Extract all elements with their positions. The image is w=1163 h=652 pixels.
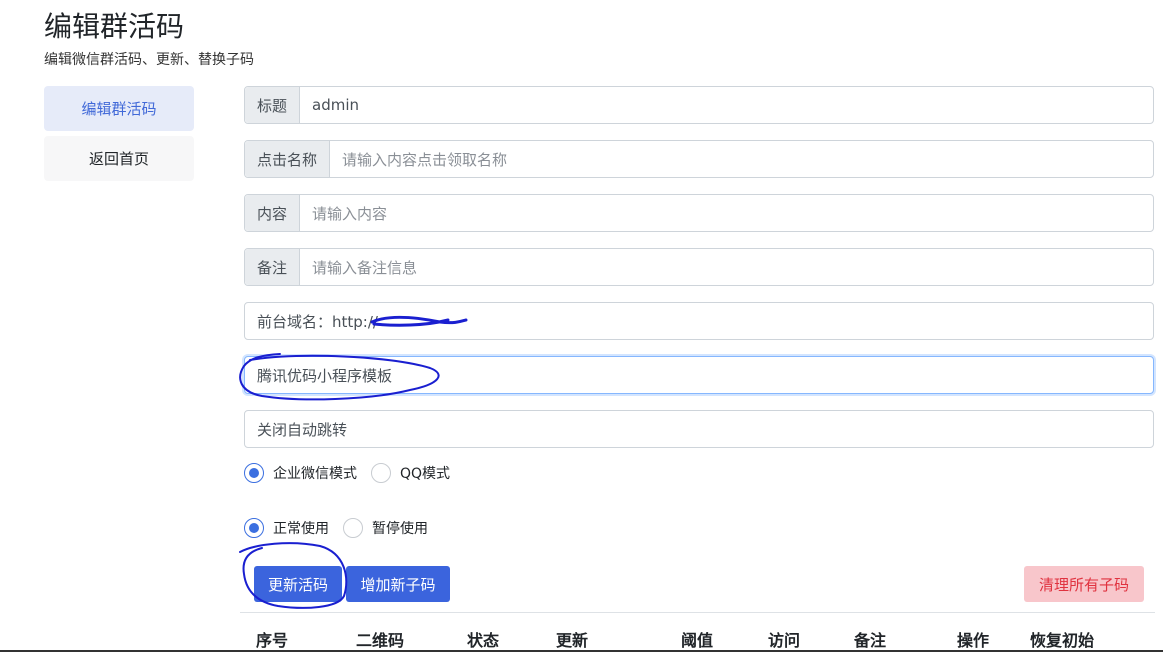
title-field-label: 标题 [245,87,301,123]
note-field[interactable]: 备注 请输入备注信息 [244,248,1154,286]
radio-normal-use[interactable]: 正常使用 [244,518,329,538]
domain-field[interactable]: 前台域名：http:// [244,302,1154,340]
title-input[interactable]: admin [300,87,1153,123]
column-header-update: 更新 [556,631,589,650]
column-header-note: 备注 [854,631,887,650]
table-header: 序号 二维码 状态 更新 阈值 访问 备注 操作 恢复初始 [0,627,1163,652]
content-field[interactable]: 内容 请输入内容 [244,194,1154,232]
radio-enterprise-wechat-label: 企业微信模式 [273,466,357,482]
redirect-select-value[interactable]: 关闭自动跳转 [245,411,1153,447]
column-header-index: 序号 [256,631,289,650]
radio-pause-use-label: 暂停使用 [372,521,428,537]
sidebar-item-back-home[interactable]: 返回首页 [44,136,194,181]
table-divider [240,612,1155,613]
radio-enterprise-wechat-control[interactable] [244,463,264,483]
column-header-status: 状态 [467,631,500,650]
update-code-button[interactable]: 更新活码 [254,566,342,602]
domain-text: 前台域名：http:// [257,312,378,331]
column-header-actions: 操作 [957,631,990,650]
column-header-qrcode: 二维码 [356,631,405,650]
radio-enterprise-wechat[interactable]: 企业微信模式 [244,463,357,483]
title-field[interactable]: 标题 admin [244,86,1154,124]
radio-normal-use-label: 正常使用 [273,521,329,537]
radio-normal-use-control[interactable] [244,518,264,538]
template-select[interactable]: 腾讯优码小程序模板 [244,356,1154,394]
column-header-visits: 访问 [768,631,801,650]
template-select-value[interactable]: 腾讯优码小程序模板 [245,357,1153,393]
radio-pause-use-control[interactable] [343,518,363,538]
domain-input[interactable]: 前台域名：http:// [245,303,1153,339]
column-header-reset: 恢复初始 [1030,631,1095,650]
page: 编辑群活码 编辑微信群活码、更新、替换子码 编辑群活码 返回首页 标题 admi… [0,0,1163,652]
column-header-threshold: 阈值 [681,631,714,650]
page-subtitle: 编辑微信群活码、更新、替换子码 [44,52,254,68]
note-input[interactable]: 请输入备注信息 [300,249,1153,285]
page-title: 编辑群活码 [44,10,185,43]
radio-qq-mode[interactable]: QQ模式 [371,463,450,483]
status-radio-group: 正常使用 暂停使用 [244,518,442,538]
click-name-input[interactable]: 请输入内容点击领取名称 [330,141,1153,177]
redirect-select[interactable]: 关闭自动跳转 [244,410,1154,448]
click-name-field-label: 点击名称 [245,141,331,177]
add-sub-code-button[interactable]: 增加新子码 [346,566,450,602]
mode-radio-group: 企业微信模式 QQ模式 [244,463,464,483]
sidebar: 编辑群活码 返回首页 [44,86,194,186]
radio-pause-use[interactable]: 暂停使用 [343,518,428,538]
clear-all-sub-codes-button[interactable]: 清理所有子码 [1024,566,1144,602]
sidebar-item-edit-group-code[interactable]: 编辑群活码 [44,86,194,131]
content-input[interactable]: 请输入内容 [300,195,1153,231]
radio-qq-mode-control[interactable] [371,463,391,483]
note-field-label: 备注 [245,249,301,285]
radio-qq-mode-label: QQ模式 [400,466,451,482]
click-name-field[interactable]: 点击名称 请输入内容点击领取名称 [244,140,1154,178]
content-field-label: 内容 [245,195,301,231]
